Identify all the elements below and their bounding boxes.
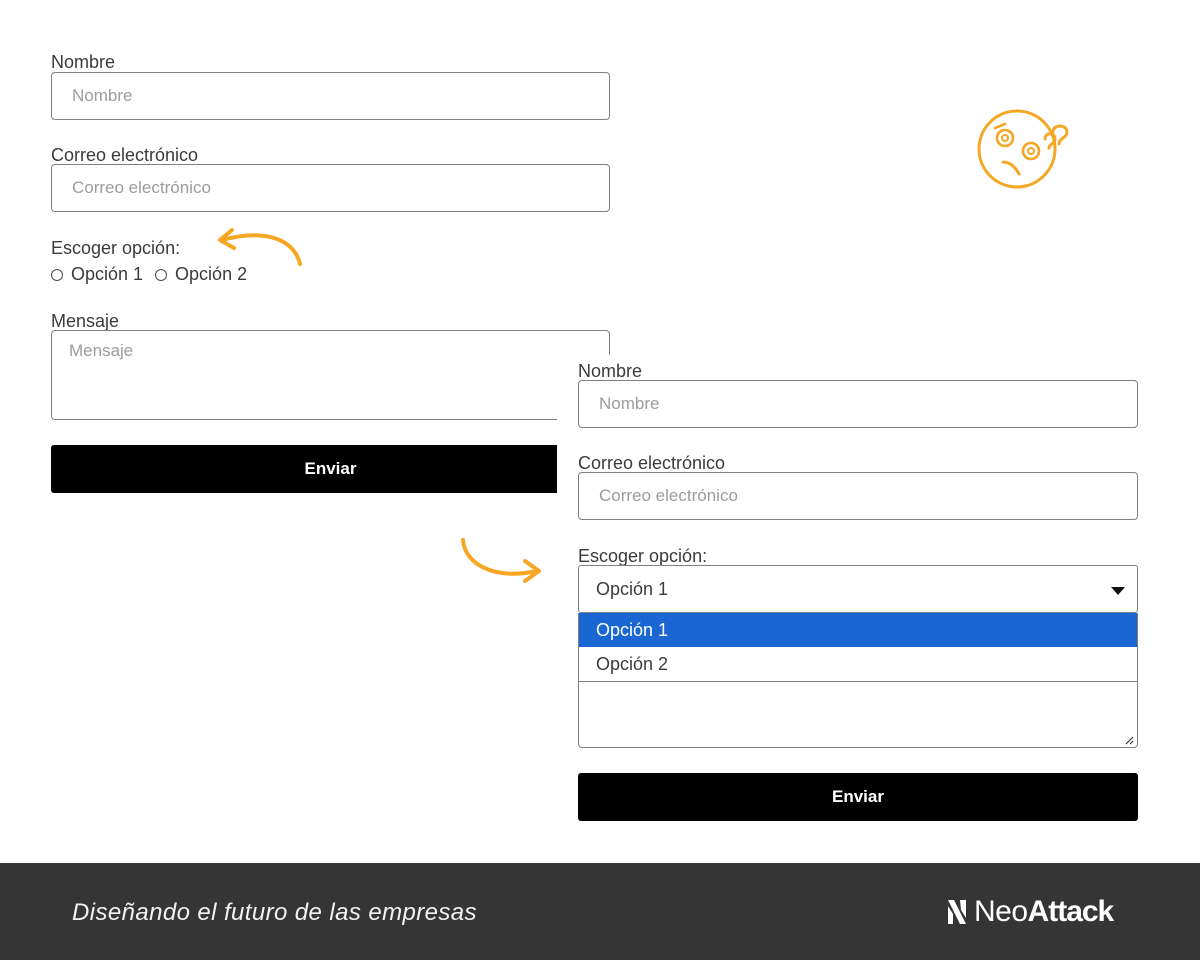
name-input[interactable]: Nombre — [51, 72, 610, 120]
brand-name-neo: Neo — [974, 895, 1028, 928]
radio-option-1-label: Opción 1 — [71, 264, 144, 284]
radio-option-1[interactable] — [51, 268, 63, 281]
choice-label: Escoger opción: — [51, 238, 181, 258]
message-placeholder: Mensaje — [69, 341, 134, 360]
submit-button[interactable]: Enviar — [51, 445, 610, 493]
email-input[interactable]: Correo electrónico — [51, 164, 610, 212]
email-label-2: Correo electrónico — [578, 453, 726, 473]
email-label: Correo electrónico — [51, 145, 199, 165]
name-placeholder-2: Nombre — [599, 394, 660, 413]
dropdown-option-1-label: Opción 1 — [596, 619, 669, 640]
select-variant-panel: Nombre Nombre Correo electrónico Correo … — [557, 355, 1157, 845]
choice-label-2: Escoger opción: — [578, 546, 708, 566]
name-placeholder: Nombre — [72, 86, 133, 105]
email-placeholder-2: Correo electrónico — [599, 486, 738, 505]
dropdown-option-2[interactable]: Opción 2 — [579, 647, 1137, 681]
submit-button-2[interactable]: Enviar — [578, 773, 1138, 821]
dropdown-option-2-label: Opción 2 — [596, 653, 669, 674]
confused-face-icon — [977, 109, 1069, 189]
message-textarea[interactable]: Mensaje — [51, 330, 610, 420]
select-value: Opción 1 — [596, 578, 669, 599]
select-dropdown: Opción 1 Opción 2 — [578, 613, 1138, 682]
resize-grip-icon[interactable] — [1124, 735, 1134, 745]
option-select[interactable]: Opción 1 — [578, 565, 1138, 613]
brand-logo: Neo Attack — [948, 895, 1115, 929]
brand-name-attack: Attack — [1027, 895, 1115, 928]
brand-logo-icon — [948, 900, 966, 924]
curved-arrow-icon — [461, 538, 541, 583]
email-placeholder: Correo electrónico — [72, 178, 211, 197]
curved-arrow-icon — [218, 228, 302, 266]
dropdown-option-1[interactable]: Opción 1 — [579, 613, 1137, 647]
radio-option-2[interactable] — [155, 268, 168, 281]
name-input-2[interactable]: Nombre — [578, 380, 1138, 428]
footer-bar: Diseñando el futuro de las empresas Neo A… — [0, 863, 1200, 960]
email-input-2[interactable]: Correo electrónico — [578, 472, 1138, 520]
footer-tagline: Diseñando el futuro de las empresas — [72, 899, 477, 926]
name-label-2: Nombre — [578, 361, 643, 381]
name-label: Nombre — [51, 52, 116, 72]
message-label: Mensaje — [51, 311, 120, 331]
submit-button-label: Enviar — [304, 459, 357, 478]
caret-down-icon — [1111, 587, 1125, 595]
submit-button-2-label: Enviar — [832, 787, 884, 806]
